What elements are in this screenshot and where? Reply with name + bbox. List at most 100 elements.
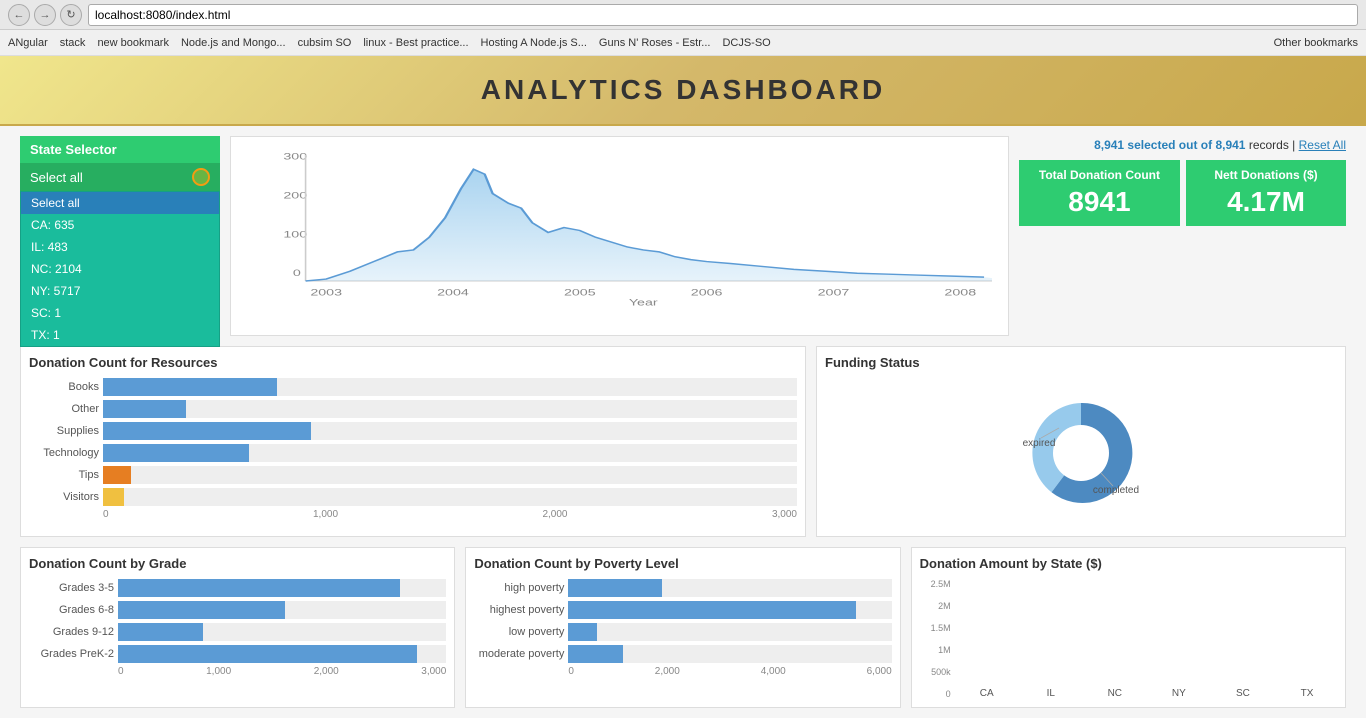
state-vbars: 2.5M 2M 1.5M 1M 500k 0 CA bbox=[920, 579, 1337, 699]
records-suffix: records | bbox=[1249, 138, 1295, 152]
vbar-nc-label: NC bbox=[1108, 688, 1122, 699]
bottom-row: Donation Count by Grade Grades 3-5 Grade… bbox=[20, 547, 1346, 708]
high-track bbox=[568, 579, 891, 597]
stats-section: 8,941 selected out of 8,941 records | Re… bbox=[1019, 136, 1346, 226]
bar-visitors-fill bbox=[103, 488, 124, 506]
bar-tips-fill bbox=[103, 466, 131, 484]
donation-count-label: Total Donation Count bbox=[1039, 168, 1160, 182]
state-selector-area: State Selector Select all Select all CA:… bbox=[20, 136, 220, 191]
back-button[interactable]: ← bbox=[8, 4, 30, 26]
x-3000: 3,000 bbox=[772, 509, 797, 520]
highest-track bbox=[568, 601, 891, 619]
dropdown-item-il[interactable]: IL: 483 bbox=[21, 236, 219, 258]
nett-donations-box: Nett Donations ($) 4.17M bbox=[1186, 160, 1346, 226]
browser-toolbar: ← → ↻ bbox=[0, 0, 1366, 30]
bar-highest: highest poverty bbox=[474, 601, 891, 619]
svg-text:expired: expired bbox=[1023, 438, 1056, 449]
dropdown-item-nc[interactable]: NC: 2104 bbox=[21, 258, 219, 280]
donation-count-value: 8941 bbox=[1039, 186, 1160, 218]
dropdown-item-selectall[interactable]: Select all bbox=[21, 192, 219, 214]
poverty-chart: Donation Count by Poverty Level high pov… bbox=[465, 547, 900, 708]
svg-text:0: 0 bbox=[293, 268, 301, 278]
bar-books-label: Books bbox=[29, 381, 99, 393]
bookmark-cubsim[interactable]: cubsim SO bbox=[298, 37, 352, 49]
vbar-sc: SC bbox=[1213, 686, 1273, 699]
charts-row: Donation Count for Resources Books Other bbox=[20, 346, 1346, 537]
state-selector-dropdown: Select all CA: 635 IL: 483 NC: 2104 NY: … bbox=[20, 191, 220, 347]
bar-high: high poverty bbox=[474, 579, 891, 597]
grade-x-axis: 0 1,000 2,000 3,000 bbox=[29, 666, 446, 677]
dashboard-title: ANALYTICS DASHBOARD bbox=[0, 74, 1366, 106]
vbar-tx-label: TX bbox=[1301, 688, 1314, 699]
bar-gradeprek: Grades PreK-2 bbox=[29, 645, 446, 663]
moderate-fill bbox=[568, 645, 623, 663]
bar-supplies-fill bbox=[103, 422, 311, 440]
selected-count: 8,941 selected out of bbox=[1094, 138, 1212, 152]
dashboard-header: ANALYTICS DASHBOARD bbox=[0, 56, 1366, 126]
vbar-ny-label: NY bbox=[1172, 688, 1186, 699]
svg-text:2007: 2007 bbox=[818, 287, 850, 297]
bookmark-dcjs[interactable]: DCJS-SO bbox=[722, 37, 770, 49]
svg-text:2006: 2006 bbox=[691, 287, 723, 297]
dropdown-item-tx[interactable]: TX: 1 bbox=[21, 324, 219, 346]
grade-chart-title: Donation Count by Grade bbox=[29, 556, 446, 571]
grade-chart: Donation Count by Grade Grades 3-5 Grade… bbox=[20, 547, 455, 708]
bar-technology-track bbox=[103, 444, 797, 462]
bar-books-fill bbox=[103, 378, 277, 396]
address-bar[interactable] bbox=[88, 4, 1358, 26]
bar-visitors-label: Visitors bbox=[29, 491, 99, 503]
bookmark-other[interactable]: Other bookmarks bbox=[1274, 37, 1358, 49]
high-label: high poverty bbox=[474, 582, 564, 594]
grade68-label: Grades 6-8 bbox=[29, 604, 114, 616]
state-amount-title: Donation Amount by State ($) bbox=[920, 556, 1337, 571]
state-amount-chart: Donation Amount by State ($) 2.5M 2M 1.5… bbox=[911, 547, 1346, 708]
bookmark-hosting[interactable]: Hosting A Node.js S... bbox=[481, 37, 587, 49]
grade-bars: Grades 3-5 Grades 6-8 Grades 9-12 bbox=[29, 579, 446, 663]
donut-svg: expired completed bbox=[1001, 378, 1161, 528]
dropdown-item-ca[interactable]: CA: 635 bbox=[21, 214, 219, 236]
bar-moderate: moderate poverty bbox=[474, 645, 891, 663]
bookmark-nodejs[interactable]: Node.js and Mongo... bbox=[181, 37, 286, 49]
nett-donations-value: 4.17M bbox=[1206, 186, 1326, 218]
vbar-il-label: IL bbox=[1047, 688, 1055, 699]
forward-button[interactable]: → bbox=[34, 4, 56, 26]
svg-text:100: 100 bbox=[283, 229, 307, 239]
main-content: State Selector Select all Select all CA:… bbox=[0, 126, 1366, 718]
state-selector-input[interactable]: Select all bbox=[20, 163, 220, 191]
records-info: 8,941 selected out of 8,941 records | Re… bbox=[1094, 136, 1346, 154]
low-fill bbox=[568, 623, 597, 641]
total-count: 8,941 bbox=[1215, 138, 1245, 152]
nav-buttons: ← → ↻ bbox=[8, 4, 82, 26]
bookmark-new[interactable]: new bookmark bbox=[97, 37, 169, 49]
funding-title: Funding Status bbox=[825, 355, 1337, 370]
poverty-x-axis: 0 2,000 4,000 6,000 bbox=[474, 666, 891, 677]
svg-text:2004: 2004 bbox=[437, 287, 469, 297]
svg-text:2003: 2003 bbox=[310, 287, 342, 297]
poverty-bars: high poverty highest poverty low poverty bbox=[474, 579, 891, 663]
gradeprek-label: Grades PreK-2 bbox=[29, 648, 114, 660]
bar-technology: Technology bbox=[29, 444, 797, 462]
bookmark-stack[interactable]: stack bbox=[60, 37, 86, 49]
reset-all-link[interactable]: Reset All bbox=[1299, 138, 1346, 152]
x-2000: 2,000 bbox=[542, 509, 567, 520]
grade35-fill bbox=[118, 579, 400, 597]
svg-text:completed: completed bbox=[1093, 485, 1139, 496]
vbar-il: IL bbox=[1021, 686, 1081, 699]
top-row: State Selector Select all Select all CA:… bbox=[20, 136, 1346, 336]
bar-other-label: Other bbox=[29, 403, 99, 415]
highest-label: highest poverty bbox=[474, 604, 564, 616]
dropdown-item-ny[interactable]: NY: 5717 bbox=[21, 280, 219, 302]
refresh-button[interactable]: ↻ bbox=[60, 4, 82, 26]
poverty-chart-title: Donation Count by Poverty Level bbox=[474, 556, 891, 571]
dropdown-item-sc[interactable]: SC: 1 bbox=[21, 302, 219, 324]
bar-grade912: Grades 9-12 bbox=[29, 623, 446, 641]
bookmark-guns[interactable]: Guns N' Roses - Estr... bbox=[599, 37, 711, 49]
gradeprek-fill bbox=[118, 645, 417, 663]
bar-tips: Tips bbox=[29, 466, 797, 484]
selector-value: Select all bbox=[30, 170, 83, 185]
bar-supplies: Supplies bbox=[29, 422, 797, 440]
state-y-labels: 2.5M 2M 1.5M 1M 500k 0 bbox=[920, 579, 955, 699]
bookmark-linux[interactable]: linux - Best practice... bbox=[363, 37, 468, 49]
bookmark-angular[interactable]: ANgular bbox=[8, 37, 48, 49]
grade68-fill bbox=[118, 601, 285, 619]
